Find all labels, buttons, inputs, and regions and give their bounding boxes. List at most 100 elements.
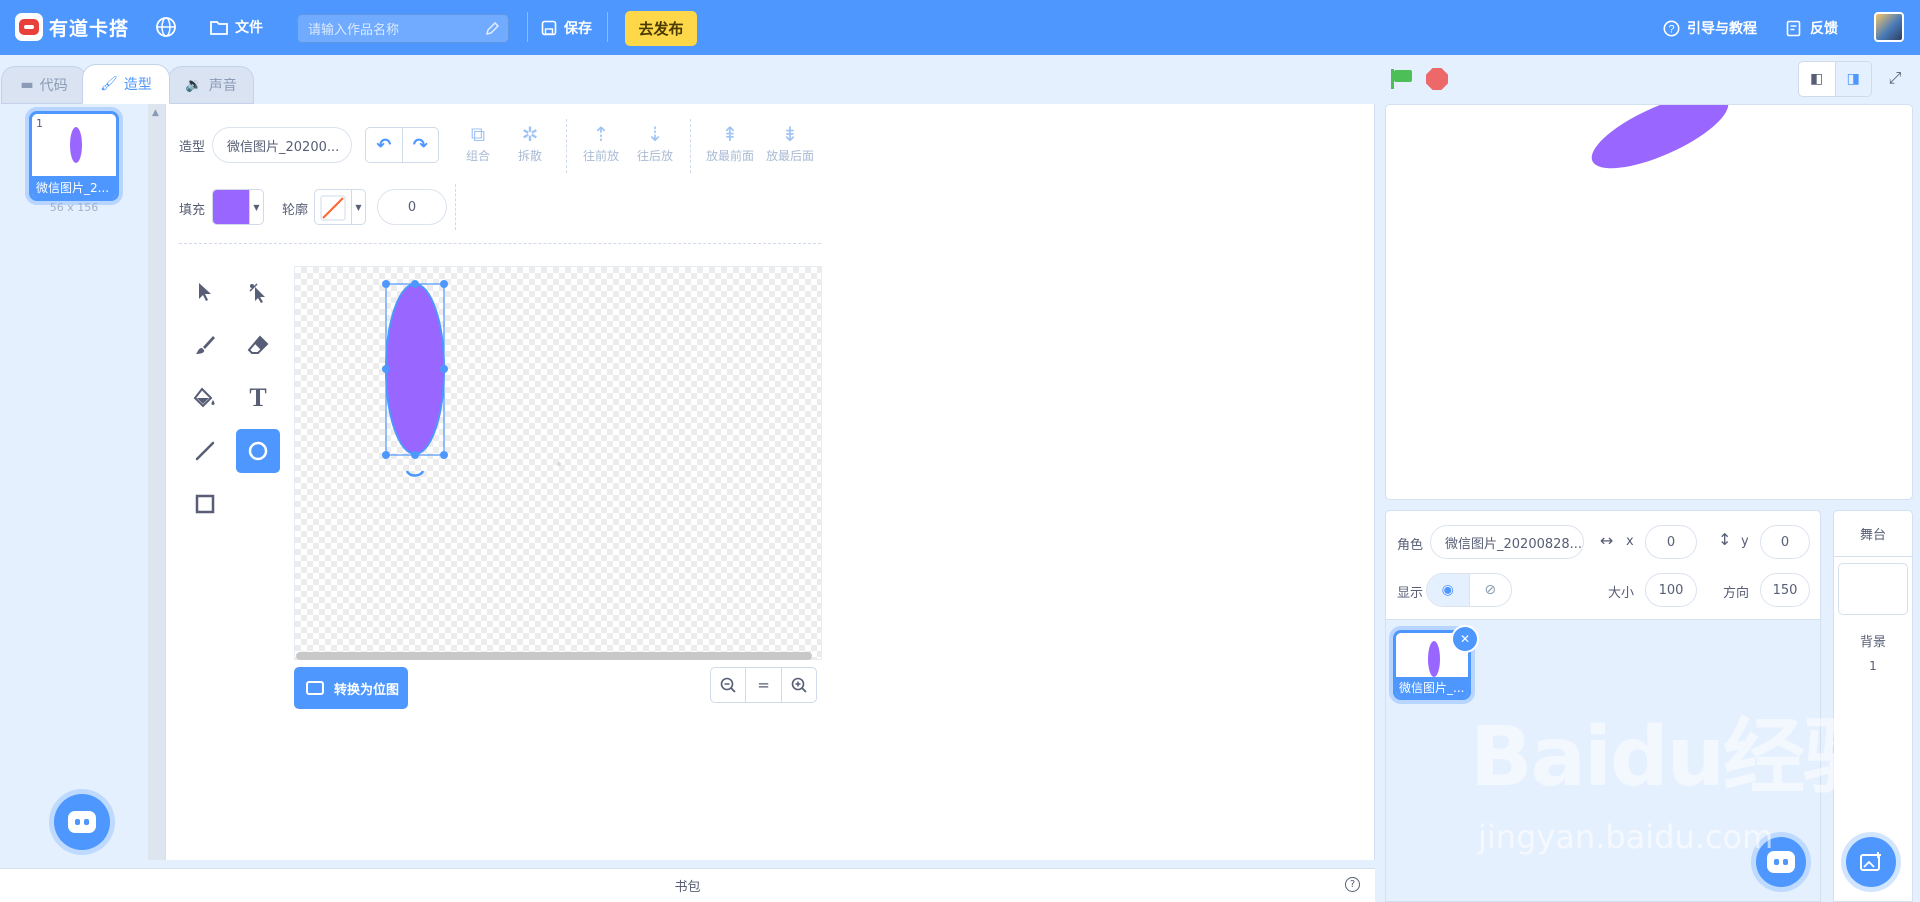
direction-input[interactable]: 150 [1760, 573, 1810, 607]
stage-canvas[interactable] [1385, 104, 1913, 500]
publish-button[interactable]: 去发布 [625, 11, 697, 46]
backpack-bar[interactable]: 书包 [0, 868, 1375, 902]
resize-handle[interactable] [440, 280, 448, 288]
circle-icon [248, 441, 268, 461]
tab-sounds[interactable]: 🔉 声音 [168, 66, 254, 104]
sprite-thumbnail [1428, 641, 1440, 677]
outline-width-input[interactable]: 0 [377, 189, 447, 225]
tab-code[interactable]: ▬ 代码 [1, 66, 87, 104]
reshape-cursor-icon [249, 283, 265, 303]
tab-code-label: 代码 [39, 78, 68, 94]
scroll-up-arrow-icon[interactable]: ▲ [152, 108, 159, 118]
backward-button[interactable]: ⇣ 往后放 [627, 121, 683, 164]
brush-tool[interactable] [183, 323, 227, 367]
delete-sprite-icon[interactable]: ✕ [1451, 625, 1479, 653]
save-icon [541, 20, 557, 36]
paint-canvas[interactable] [294, 266, 822, 660]
file-menu[interactable]: 文件 [210, 17, 263, 37]
circle-tool[interactable] [236, 429, 280, 473]
costume-item[interactable]: 1 微信图片_2... [29, 111, 119, 201]
group-icon: ⧉ [470, 122, 486, 146]
group-label: 组合 [465, 149, 490, 163]
x-arrow-icon: ↔ [1600, 531, 1614, 550]
costume-list-scrollbar[interactable] [148, 104, 165, 860]
language-button[interactable] [155, 16, 177, 38]
fill-tool[interactable] [183, 376, 227, 420]
fill-label: 填充 [179, 203, 206, 218]
stop-button[interactable] [1426, 68, 1448, 90]
backdrop-label: 背景 [1859, 635, 1886, 650]
bring-to-front-button[interactable]: ⇞ 放最前面 [701, 121, 759, 164]
sprite-name-input[interactable]: 微信图片_20200828... [1430, 525, 1584, 559]
help-icon[interactable]: ? [1345, 877, 1360, 892]
user-avatar[interactable] [1874, 12, 1904, 42]
arrow-up-icon: ⇡ [592, 122, 610, 146]
outline-color-picker[interactable]: ▼ [314, 189, 366, 225]
eye-off-icon[interactable]: ⊘ [1468, 574, 1512, 606]
zoom-reset-icon[interactable]: = [745, 668, 780, 702]
convert-to-bitmap-button[interactable]: 转换为位图 [294, 667, 408, 709]
undo-icon[interactable]: ↶ [366, 128, 402, 162]
ai-assistant-button[interactable] [1756, 837, 1806, 887]
fill-color-picker[interactable]: ▼ [212, 189, 264, 225]
rectangle-tool[interactable] [183, 482, 227, 526]
resize-handle[interactable] [382, 280, 390, 288]
image-icon [306, 681, 324, 695]
send-to-back-button[interactable]: ⇟ 放最后面 [761, 121, 819, 164]
purple-ellipse-shape[interactable] [385, 283, 445, 455]
add-sprite-button[interactable] [1846, 837, 1896, 887]
select-tool[interactable] [183, 270, 227, 314]
rotate-handle-icon[interactable] [405, 470, 425, 477]
logo-icon [15, 13, 43, 41]
forward-button[interactable]: ⇡ 往前放 [573, 121, 629, 164]
resize-handle[interactable] [440, 365, 448, 373]
costume-size: 56 x 156 [49, 201, 99, 214]
svg-text:?: ? [1668, 23, 1674, 35]
stage-thumbnail[interactable] [1838, 563, 1908, 615]
zoom-out-icon[interactable] [711, 668, 745, 702]
resize-handle[interactable] [440, 451, 448, 459]
toolbar-divider [527, 12, 528, 42]
zoom-in-icon[interactable] [780, 668, 816, 702]
size-input[interactable]: 100 [1645, 573, 1697, 607]
stage-sprite-ellipse[interactable] [1582, 105, 1738, 184]
feedback-button[interactable]: 反馈 [1786, 18, 1838, 38]
pencil-icon [485, 22, 499, 36]
guide-tutorial-button[interactable]: ? 引导与教程 [1663, 18, 1757, 38]
save-button[interactable]: 保存 [541, 18, 592, 38]
y-arrow-icon: ↕ [1718, 530, 1732, 549]
costume-name-input[interactable]: 微信图片_20200... [212, 127, 352, 163]
resize-handle[interactable] [411, 451, 419, 459]
redo-icon[interactable]: ↷ [401, 128, 439, 162]
guide-tutorial-label: 引导与教程 [1687, 21, 1757, 37]
y-input[interactable]: 0 [1760, 525, 1810, 559]
tab-costumes[interactable]: 🖌 造型 [82, 64, 170, 104]
reshape-tool[interactable] [236, 270, 280, 314]
eye-icon[interactable]: ◉ [1427, 574, 1469, 606]
fullscreen-icon[interactable]: ⤢ [1880, 63, 1910, 93]
green-flag-button[interactable] [1391, 69, 1413, 89]
canvas-horizontal-scrollbar[interactable] [296, 652, 812, 660]
line-tool[interactable] [183, 429, 227, 473]
x-input[interactable]: 0 [1645, 525, 1697, 559]
text-tool[interactable]: T [236, 376, 280, 420]
resize-handle[interactable] [411, 280, 419, 288]
sound-icon: 🔉 [185, 77, 203, 93]
small-stage-icon[interactable]: ◧ [1799, 62, 1835, 96]
undo-redo-group: ↶ ↷ [365, 127, 439, 163]
bring-to-front-label: 放最前面 [705, 149, 754, 163]
eraser-tool[interactable] [236, 323, 280, 367]
large-stage-icon[interactable]: ◨ [1834, 62, 1871, 96]
project-title-input[interactable]: 请输入作品名称 [297, 14, 509, 43]
robot-icon [1767, 851, 1795, 873]
ungroup-button[interactable]: ✲ 拆散 [502, 121, 558, 164]
ai-assistant-button[interactable] [54, 794, 110, 850]
resize-handle[interactable] [382, 365, 390, 373]
sprite-name-label: 角色 [1397, 538, 1424, 553]
no-color-swatch [315, 190, 351, 224]
brand-logo[interactable]: 有道卡搭 [15, 13, 129, 41]
backpack-label: 书包 [674, 880, 701, 895]
group-button[interactable]: ⧉ 组合 [450, 121, 506, 164]
resize-handle[interactable] [382, 451, 390, 459]
flag-cloth [1394, 70, 1412, 82]
